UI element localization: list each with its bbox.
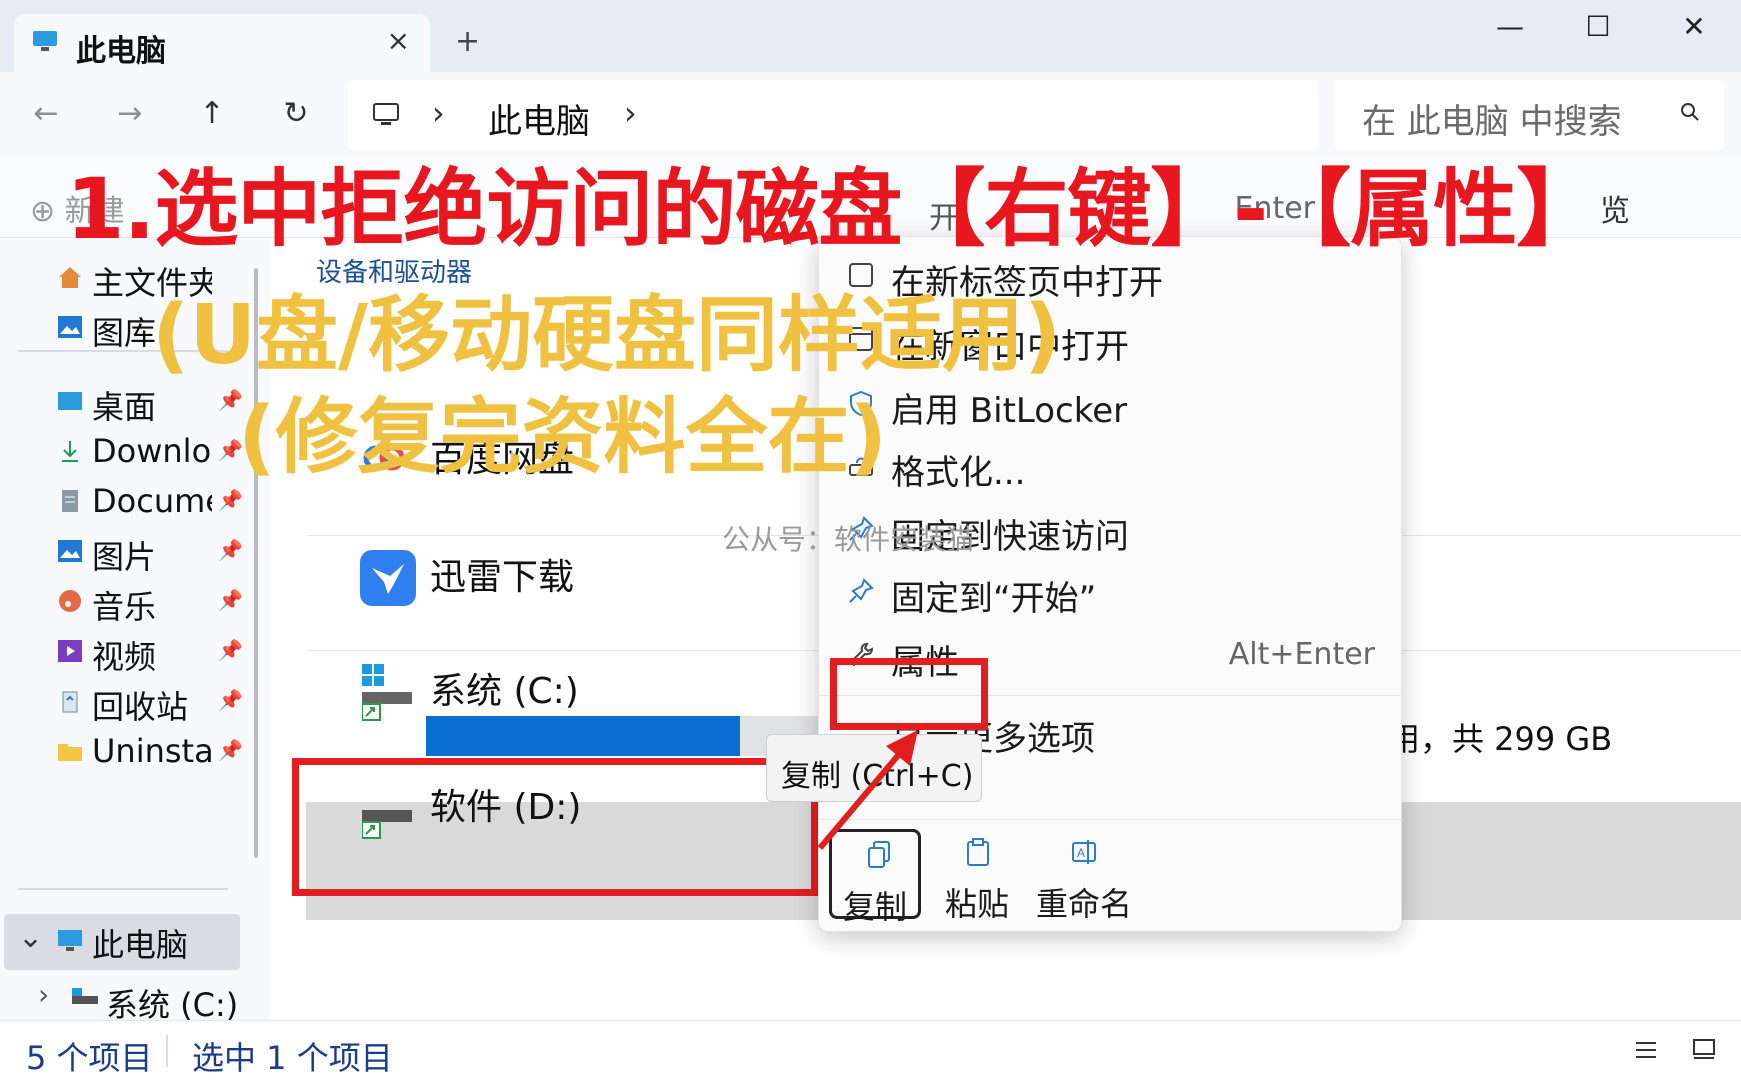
sidebar-item-recycle-bin[interactable]: 回收站	[92, 682, 212, 728]
monitor-icon	[58, 930, 82, 951]
drive-usage-fill	[426, 716, 740, 756]
search-input[interactable]: 在 此电脑 中搜索	[1362, 94, 1622, 143]
overlay-title: 1.选中拒绝访问的磁盘【右键】-【属性】	[66, 160, 1600, 258]
pin-icon[interactable]: 📌	[218, 538, 243, 562]
chevron-right-icon[interactable]: ›	[432, 94, 445, 132]
details-view-icon[interactable]	[1634, 1039, 1658, 1061]
sidebar-item-pictures[interactable]: 图片	[92, 532, 212, 578]
tiles-view-icon[interactable]	[1692, 1037, 1716, 1061]
refresh-button[interactable]: ↻	[276, 96, 316, 131]
sidebar-this-pc-label: 此电脑	[92, 926, 189, 964]
paste-label: 粘贴	[944, 885, 1009, 923]
address-bar[interactable]: › 此电脑 ›	[348, 80, 1318, 150]
xunlei-icon	[360, 550, 416, 606]
drive-icon	[362, 664, 412, 721]
download-icon	[62, 441, 78, 462]
pin-icon[interactable]: 📌	[218, 688, 243, 712]
sidebar-item-documents[interactable]: Documents	[92, 482, 212, 520]
list-item[interactable]: 迅雷下载	[430, 548, 574, 600]
menu-item-pin-start[interactable]: 固定到“开始”	[891, 571, 1096, 620]
selected-count: 选中 1 个项目	[192, 1039, 393, 1077]
document-icon	[62, 490, 78, 512]
menu-shortcut: Alt+Enter	[1228, 637, 1375, 672]
pin-icon[interactable]: 📌	[218, 738, 243, 762]
sidebar-item-desktop[interactable]: 桌面	[92, 382, 212, 428]
rename-icon: A	[1072, 840, 1096, 864]
svg-text:A: A	[1077, 846, 1085, 860]
drive-icon	[72, 988, 98, 1004]
pin-icon	[849, 578, 874, 603]
list-item[interactable]: 系统 (C:)	[430, 662, 579, 714]
chevron-right-icon[interactable]: ›	[624, 94, 637, 132]
chevron-right-icon[interactable]: ›	[38, 978, 49, 1011]
monitor-icon	[33, 31, 57, 51]
menu-item-bitlocker[interactable]: 启用 BitLocker	[891, 383, 1127, 432]
sidebar-item-this-pc[interactable]: ⌄ 此电脑	[4, 914, 240, 970]
copy-label: 复制	[842, 888, 907, 926]
recycle-bin-icon	[62, 691, 78, 713]
paste-button[interactable]: 粘贴	[931, 829, 1023, 923]
home-icon	[59, 267, 81, 288]
rename-button[interactable]: A 重命名	[1029, 829, 1139, 923]
new-tab-button[interactable]: +	[455, 24, 480, 59]
folder-icon	[58, 744, 82, 761]
pictures-icon	[58, 540, 82, 562]
desktop-icon	[58, 392, 82, 410]
forward-button[interactable]: →	[110, 96, 150, 131]
status-bar: 5 个项目 选中 1 个项目	[0, 1020, 1741, 1080]
gallery-icon	[58, 316, 82, 338]
sidebar-item-music[interactable]: 音乐	[92, 582, 212, 628]
pin-icon[interactable]: 📌	[218, 588, 243, 612]
preview-button[interactable]: 览	[1600, 186, 1630, 230]
back-button[interactable]: ←	[26, 96, 66, 131]
overlay-subtitle-2: (修复完资料全在)	[238, 390, 887, 485]
up-button[interactable]: ↑	[192, 96, 232, 131]
video-icon	[58, 640, 82, 662]
maximize-button[interactable]: ☐	[1568, 10, 1628, 50]
tab-close-button[interactable]: ×	[387, 24, 410, 57]
paste-icon	[967, 838, 989, 866]
item-count: 5 个项目	[26, 1039, 153, 1077]
divider	[18, 888, 228, 890]
tab-this-pc[interactable]: 此电脑 ×	[14, 14, 430, 72]
drive-capacity: 用，共 299 GB	[1388, 720, 1613, 758]
sidebar-item-videos[interactable]: 视频	[92, 632, 212, 678]
highlight-box-drive	[292, 758, 818, 896]
close-window-button[interactable]: ✕	[1664, 10, 1724, 50]
search-icon	[1681, 103, 1699, 121]
menu-item-format[interactable]: 格式化...	[891, 445, 1025, 494]
sidebar-item-uninstall[interactable]: Uninstall	[92, 732, 212, 770]
minimize-button[interactable]: —	[1480, 10, 1540, 50]
rename-label: 重命名	[1035, 885, 1132, 923]
tab-title: 此电脑	[76, 34, 166, 69]
breadcrumb[interactable]: 此电脑	[488, 94, 590, 143]
sidebar-item-downloads[interactable]: Downloads	[92, 432, 212, 470]
pin-icon[interactable]: 📌	[218, 488, 243, 512]
pin-icon[interactable]: 📌	[218, 638, 243, 662]
title-bar: 此电脑 × + — ☐ ✕	[0, 0, 1741, 72]
arrow-icon	[817, 730, 918, 850]
divider	[166, 1035, 168, 1067]
watermark: 公从号：软件安装猫	[722, 523, 975, 556]
search-box[interactable]: 在 此电脑 中搜索	[1334, 80, 1724, 150]
chevron-down-icon[interactable]: ⌄	[18, 920, 43, 955]
computer-icon	[373, 103, 399, 125]
music-icon	[59, 590, 81, 612]
